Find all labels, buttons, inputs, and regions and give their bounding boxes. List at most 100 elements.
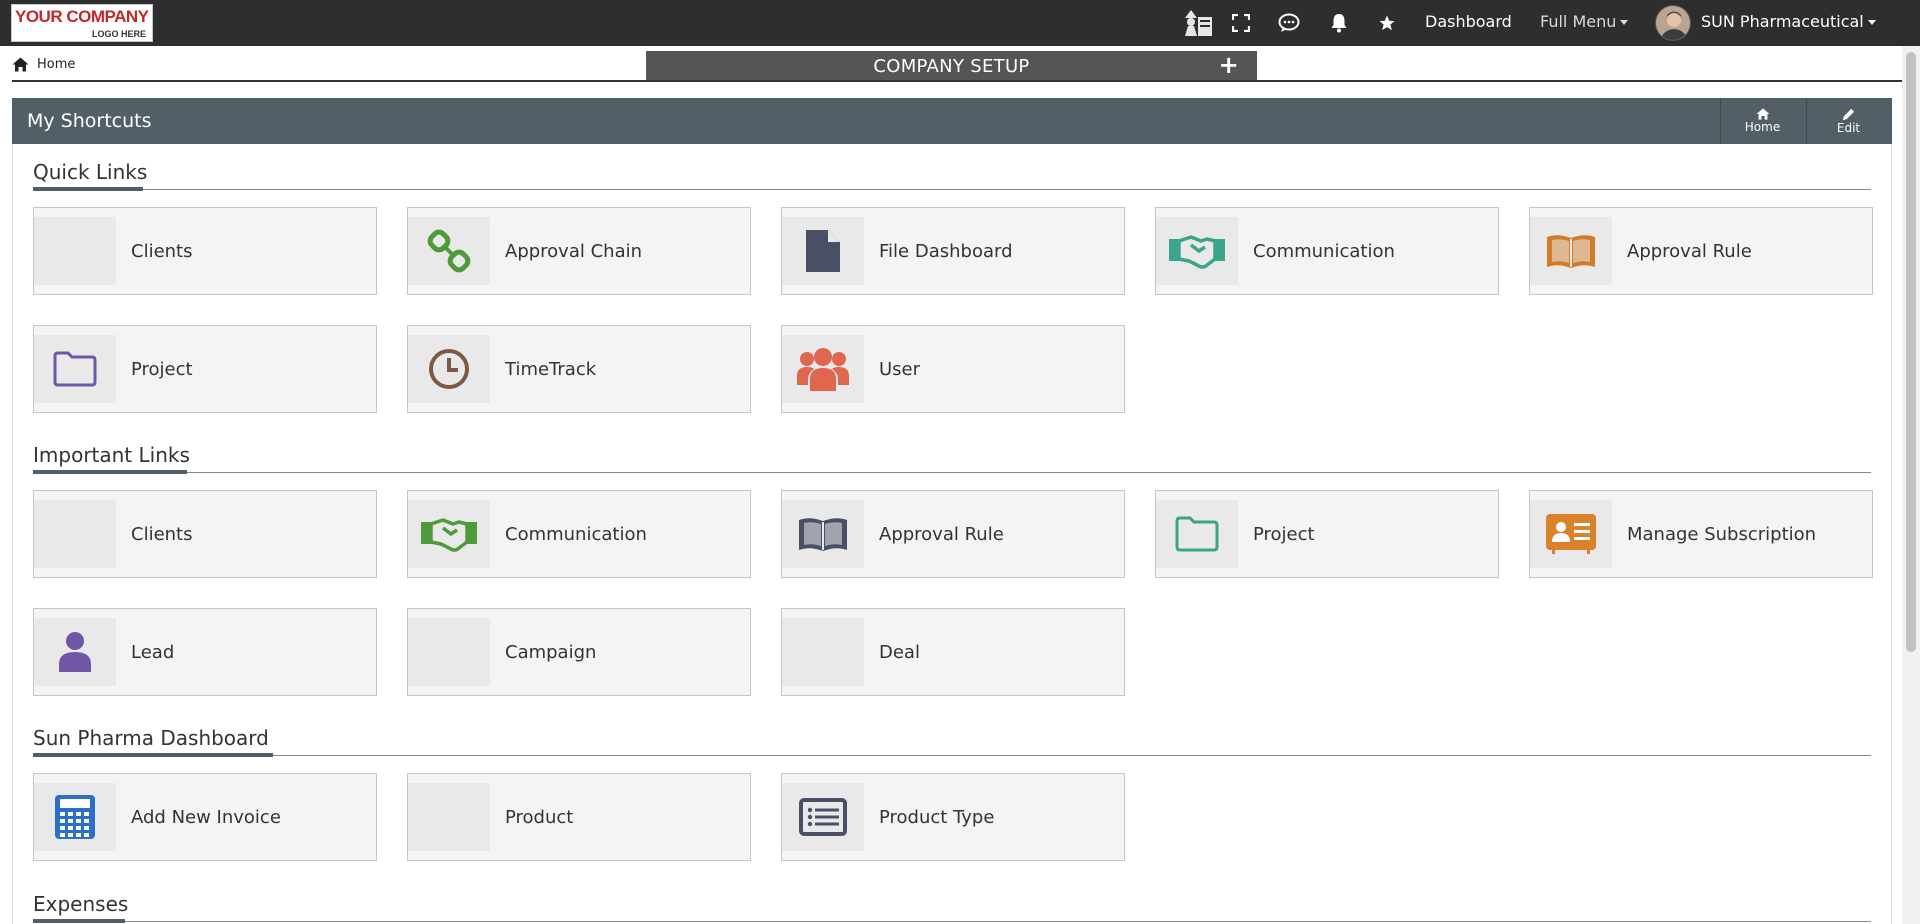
panel-home-button[interactable]: Home: [1720, 98, 1804, 144]
header-divider: [12, 80, 1908, 82]
shortcut-tile[interactable]: Communication: [1155, 207, 1499, 295]
star-icon[interactable]: [1374, 10, 1400, 36]
company-logo[interactable]: YOUR COMPANY LOGO HERE: [11, 4, 153, 42]
icon-placeholder: [34, 500, 116, 568]
dashboard-link[interactable]: Dashboard: [1425, 12, 1512, 32]
shortcut-tile[interactable]: User: [781, 325, 1125, 413]
shortcut-tile[interactable]: Deal: [781, 608, 1125, 696]
icon-placeholder: [408, 783, 490, 851]
shortcut-tile[interactable]: File Dashboard: [781, 207, 1125, 295]
breadcrumb: Home: [12, 54, 75, 74]
file-icon: [782, 217, 864, 285]
shortcut-label: Approval Rule: [879, 524, 1004, 545]
shortcut-tile[interactable]: Communication: [407, 490, 751, 578]
shortcut-label: Add New Invoice: [131, 807, 281, 828]
bell-icon[interactable]: [1326, 10, 1352, 36]
section-title: Expenses: [33, 892, 129, 916]
section-divider: [33, 189, 1871, 190]
pencil-icon: [1842, 108, 1855, 120]
shortcut-tile[interactable]: Product Type: [781, 773, 1125, 861]
chat-icon[interactable]: [1276, 10, 1302, 36]
shortcut-tile[interactable]: Campaign: [407, 608, 751, 696]
top-navbar: YOUR COMPANY LOGO HERE Dashboard Full Me…: [0, 0, 1920, 46]
section-title: Quick Links: [33, 160, 148, 184]
panel-edit-button[interactable]: Edit: [1806, 98, 1890, 144]
company-setup-title: COMPANY SETUP: [873, 55, 1030, 77]
shortcut-label: Clients: [131, 524, 193, 545]
shortcut-tile[interactable]: Product: [407, 773, 751, 861]
shortcut-tile[interactable]: Add New Invoice: [33, 773, 377, 861]
shortcut-tile[interactable]: Clients: [33, 490, 377, 578]
shortcut-label: Product Type: [879, 807, 995, 828]
section-title: Sun Pharma Dashboard: [33, 726, 269, 750]
section-divider: [33, 921, 1871, 922]
shortcut-label: Clients: [131, 241, 193, 262]
chevron-down-icon: [1620, 20, 1629, 25]
shortcuts-panel-body: Quick Links Clients Approval Chain File Da…: [12, 144, 1892, 924]
wizard-icon[interactable]: [1182, 10, 1214, 36]
shortcut-label: TimeTrack: [505, 359, 597, 380]
section-underline: [33, 187, 143, 191]
logo-text: YOUR COMPANY: [15, 7, 149, 26]
full-menu-label: Full Menu: [1540, 12, 1617, 31]
fullscreen-icon[interactable]: [1228, 10, 1254, 36]
home-icon: [12, 57, 29, 71]
logo-subtext: LOGO HERE: [91, 29, 146, 39]
shortcut-label: Project: [1253, 524, 1315, 545]
user-menu-dropdown[interactable]: SUN Pharmaceutical: [1701, 12, 1876, 32]
book-icon: [1530, 217, 1612, 285]
chevron-down-icon: [1867, 20, 1876, 25]
section-divider: [33, 472, 1871, 473]
clock-icon: [408, 335, 490, 403]
handshake-icon: [1156, 217, 1238, 285]
section-underline: [33, 919, 125, 923]
shortcut-label: Communication: [505, 524, 647, 545]
shortcut-tile[interactable]: Approval Chain: [407, 207, 751, 295]
section-divider: [33, 755, 1871, 756]
users-icon: [782, 335, 864, 403]
shortcut-tile[interactable]: Lead: [33, 608, 377, 696]
shortcut-label: Product: [505, 807, 574, 828]
icon-placeholder: [408, 618, 490, 686]
link-icon: [408, 217, 490, 285]
shortcut-label: Approval Chain: [505, 241, 643, 262]
panel-home-label: Home: [1744, 120, 1781, 134]
full-menu-dropdown[interactable]: Full Menu: [1540, 12, 1629, 32]
icon-placeholder: [34, 217, 116, 285]
add-button[interactable]: +: [1219, 53, 1239, 77]
shortcut-tile[interactable]: Project: [1155, 490, 1499, 578]
shortcut-tile[interactable]: Approval Rule: [1529, 207, 1873, 295]
breadcrumb-home-link[interactable]: Home: [37, 57, 75, 72]
section-underline: [33, 470, 187, 474]
shortcuts-panel-header: My Shortcuts Home Edit: [12, 98, 1892, 144]
panel-title: My Shortcuts: [27, 110, 152, 132]
shortcut-label: User: [879, 359, 921, 380]
shortcut-label: Approval Rule: [1627, 241, 1752, 262]
shortcut-tile[interactable]: Approval Rule: [781, 490, 1125, 578]
company-setup-bar[interactable]: COMPANY SETUP +: [646, 51, 1257, 81]
list-icon: [782, 783, 864, 851]
shortcut-tile[interactable]: Clients: [33, 207, 377, 295]
folder-icon: [1156, 500, 1238, 568]
shortcut-label: Manage Subscription: [1627, 524, 1817, 545]
folder-icon: [34, 335, 116, 403]
panel-edit-label: Edit: [1836, 120, 1861, 135]
icon-placeholder: [782, 618, 864, 686]
shortcut-label: Project: [131, 359, 193, 380]
section-title: Important Links: [33, 443, 190, 467]
page-scrollbar[interactable]: [1902, 46, 1920, 924]
shortcut-label: Communication: [1253, 241, 1395, 262]
shortcut-tile[interactable]: Project: [33, 325, 377, 413]
shortcut-tile[interactable]: TimeTrack: [407, 325, 751, 413]
home-icon: [1756, 108, 1769, 120]
avatar[interactable]: [1655, 5, 1691, 41]
shortcut-label: Deal: [879, 642, 920, 663]
shortcut-label: Campaign: [505, 642, 597, 663]
shortcut-label: File Dashboard: [879, 241, 1013, 262]
scrollbar-thumb[interactable]: [1906, 52, 1916, 652]
section-underline: [33, 753, 273, 757]
handshake-icon: [408, 500, 490, 568]
user-name: SUN Pharmaceutical: [1701, 12, 1864, 31]
book-icon: [782, 500, 864, 568]
shortcut-tile[interactable]: Manage Subscription: [1529, 490, 1873, 578]
